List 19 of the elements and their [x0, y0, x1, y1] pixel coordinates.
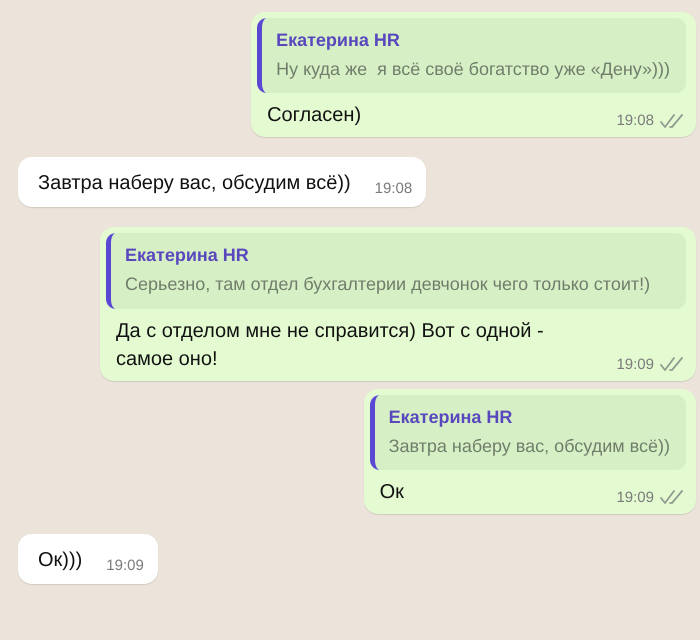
- reply-quote[interactable]: Екатерина HR Ну куда же я всё своё богатство уже «Дену»))): [257, 18, 686, 94]
- message-time: 19:09: [616, 356, 654, 373]
- reply-quote[interactable]: Екатерина HR Серьезно, там отдел бухгалтерии девчонок чего только стоит!): [106, 233, 686, 309]
- quote-text: Серьезно, там отдел бухгалтерии девчонок чего только стоит!): [125, 273, 652, 296]
- message-text: Согласен): [267, 103, 362, 128]
- quote-text: Завтра наберу вас, обсудим всё)): [388, 434, 670, 458]
- message-time: 19:09: [616, 488, 654, 506]
- quote-author: Екатерина HR: [276, 30, 401, 51]
- quote-author: Екатерина HR: [125, 245, 250, 266]
- message-text: Ок: [380, 480, 405, 505]
- quote-text: Ну куда же я всё своё богатство уже «Дену»))): [276, 58, 670, 81]
- message-time: 19:08: [616, 112, 654, 130]
- reply-quote[interactable]: Екатерина HR Завтра наберу вас, обсудим всё)): [370, 394, 686, 470]
- quote-author: Екатерина HR: [388, 406, 514, 428]
- message-time: 19:09: [106, 556, 144, 574]
- message-time: 19:08: [374, 180, 412, 198]
- message-text: Да с отделом мне не справится) Вот с одной - самое оно!: [116, 318, 545, 372]
- message-text: Завтра наберу вас, обсудим всё)): [38, 171, 351, 196]
- message-text: Ок))): [38, 548, 82, 573]
